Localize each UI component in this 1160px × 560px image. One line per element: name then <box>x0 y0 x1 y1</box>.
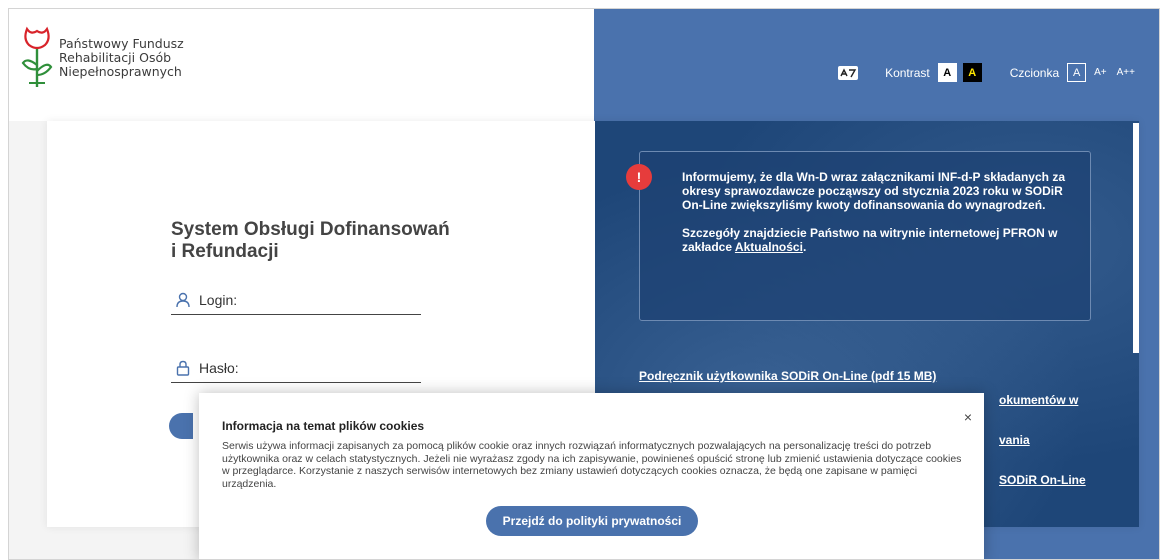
manual-link[interactable]: Podręcznik użytkownika SODiR On-Line (pd… <box>639 369 936 383</box>
contrast-normal-button[interactable]: A <box>937 63 957 82</box>
page-title: System Obsługi Dofinansowań i Refundacji <box>171 219 450 263</box>
documents-link[interactable]: okumentów w <box>999 393 1078 407</box>
password-placeholder: Hasło: <box>199 359 239 376</box>
sign-language-icon[interactable] <box>837 64 859 82</box>
close-icon[interactable]: × <box>964 409 972 425</box>
login-field[interactable]: Login: <box>171 285 421 315</box>
title-line: i Refundacji <box>171 241 279 262</box>
font-size-label: Czcionka <box>1009 65 1060 80</box>
logo-line: Niepełnosprawnych <box>59 64 182 79</box>
font-large-button[interactable]: A+ <box>1094 67 1107 78</box>
login-placeholder: Login: <box>199 291 238 308</box>
logo-line: Państwowy Fundusz <box>59 36 184 51</box>
page: Państwowy Fundusz Rehabilitacji Osób Nie… <box>8 8 1160 560</box>
login-button[interactable] <box>169 413 193 439</box>
scrollbar-thumb[interactable] <box>1133 123 1139 353</box>
news-link[interactable]: Aktualności <box>735 240 803 254</box>
title-line: System Obsługi Dofinansowań <box>171 219 450 240</box>
lock-icon <box>176 360 190 376</box>
alert-icon: ! <box>626 164 652 190</box>
cookie-banner: × Informacja na temat plików cookies Ser… <box>199 393 984 559</box>
tulip-logo-icon <box>21 26 53 87</box>
contrast-high-button[interactable]: A <box>962 63 982 82</box>
font-xlarge-button[interactable]: A++ <box>1117 67 1135 78</box>
pfron-logo[interactable]: Państwowy Fundusz Rehabilitacji Osób Nie… <box>21 25 184 91</box>
logo-line: Rehabilitacji Osób <box>59 50 172 65</box>
contrast-label: Kontrast <box>885 65 930 80</box>
accessibility-toolbar: Kontrast A A Czcionka A A+ A++ <box>837 63 1145 82</box>
resource-link[interactable]: vania <box>999 433 1030 447</box>
notice-text: . <box>802 240 807 254</box>
notice-paragraph: Informujemy, że dla Wn-D wraz załącznika… <box>682 170 1065 212</box>
notice-paragraph-details: Szczegóły znajdziecie Państwo na witryni… <box>682 226 1066 254</box>
cookie-text: Serwis używa informacji zapisanych za po… <box>222 440 962 490</box>
cookie-title: Informacja na temat plików cookies <box>222 419 425 433</box>
alert-glyph: ! <box>636 169 642 185</box>
user-icon <box>176 292 190 307</box>
font-normal-button[interactable]: A <box>1067 63 1087 82</box>
logo-text: Państwowy Fundusz Rehabilitacji Osób Nie… <box>59 37 184 79</box>
notice-box: ! Informujemy, że dla Wn-D wraz załączni… <box>626 151 1091 321</box>
header-left: Państwowy Fundusz Rehabilitacji Osób Nie… <box>9 9 594 121</box>
privacy-policy-button[interactable]: Przejdź do polityki prywatności <box>486 506 698 536</box>
sodir-link[interactable]: SODiR On-Line <box>999 473 1086 487</box>
password-field[interactable]: Hasło: <box>171 353 421 383</box>
